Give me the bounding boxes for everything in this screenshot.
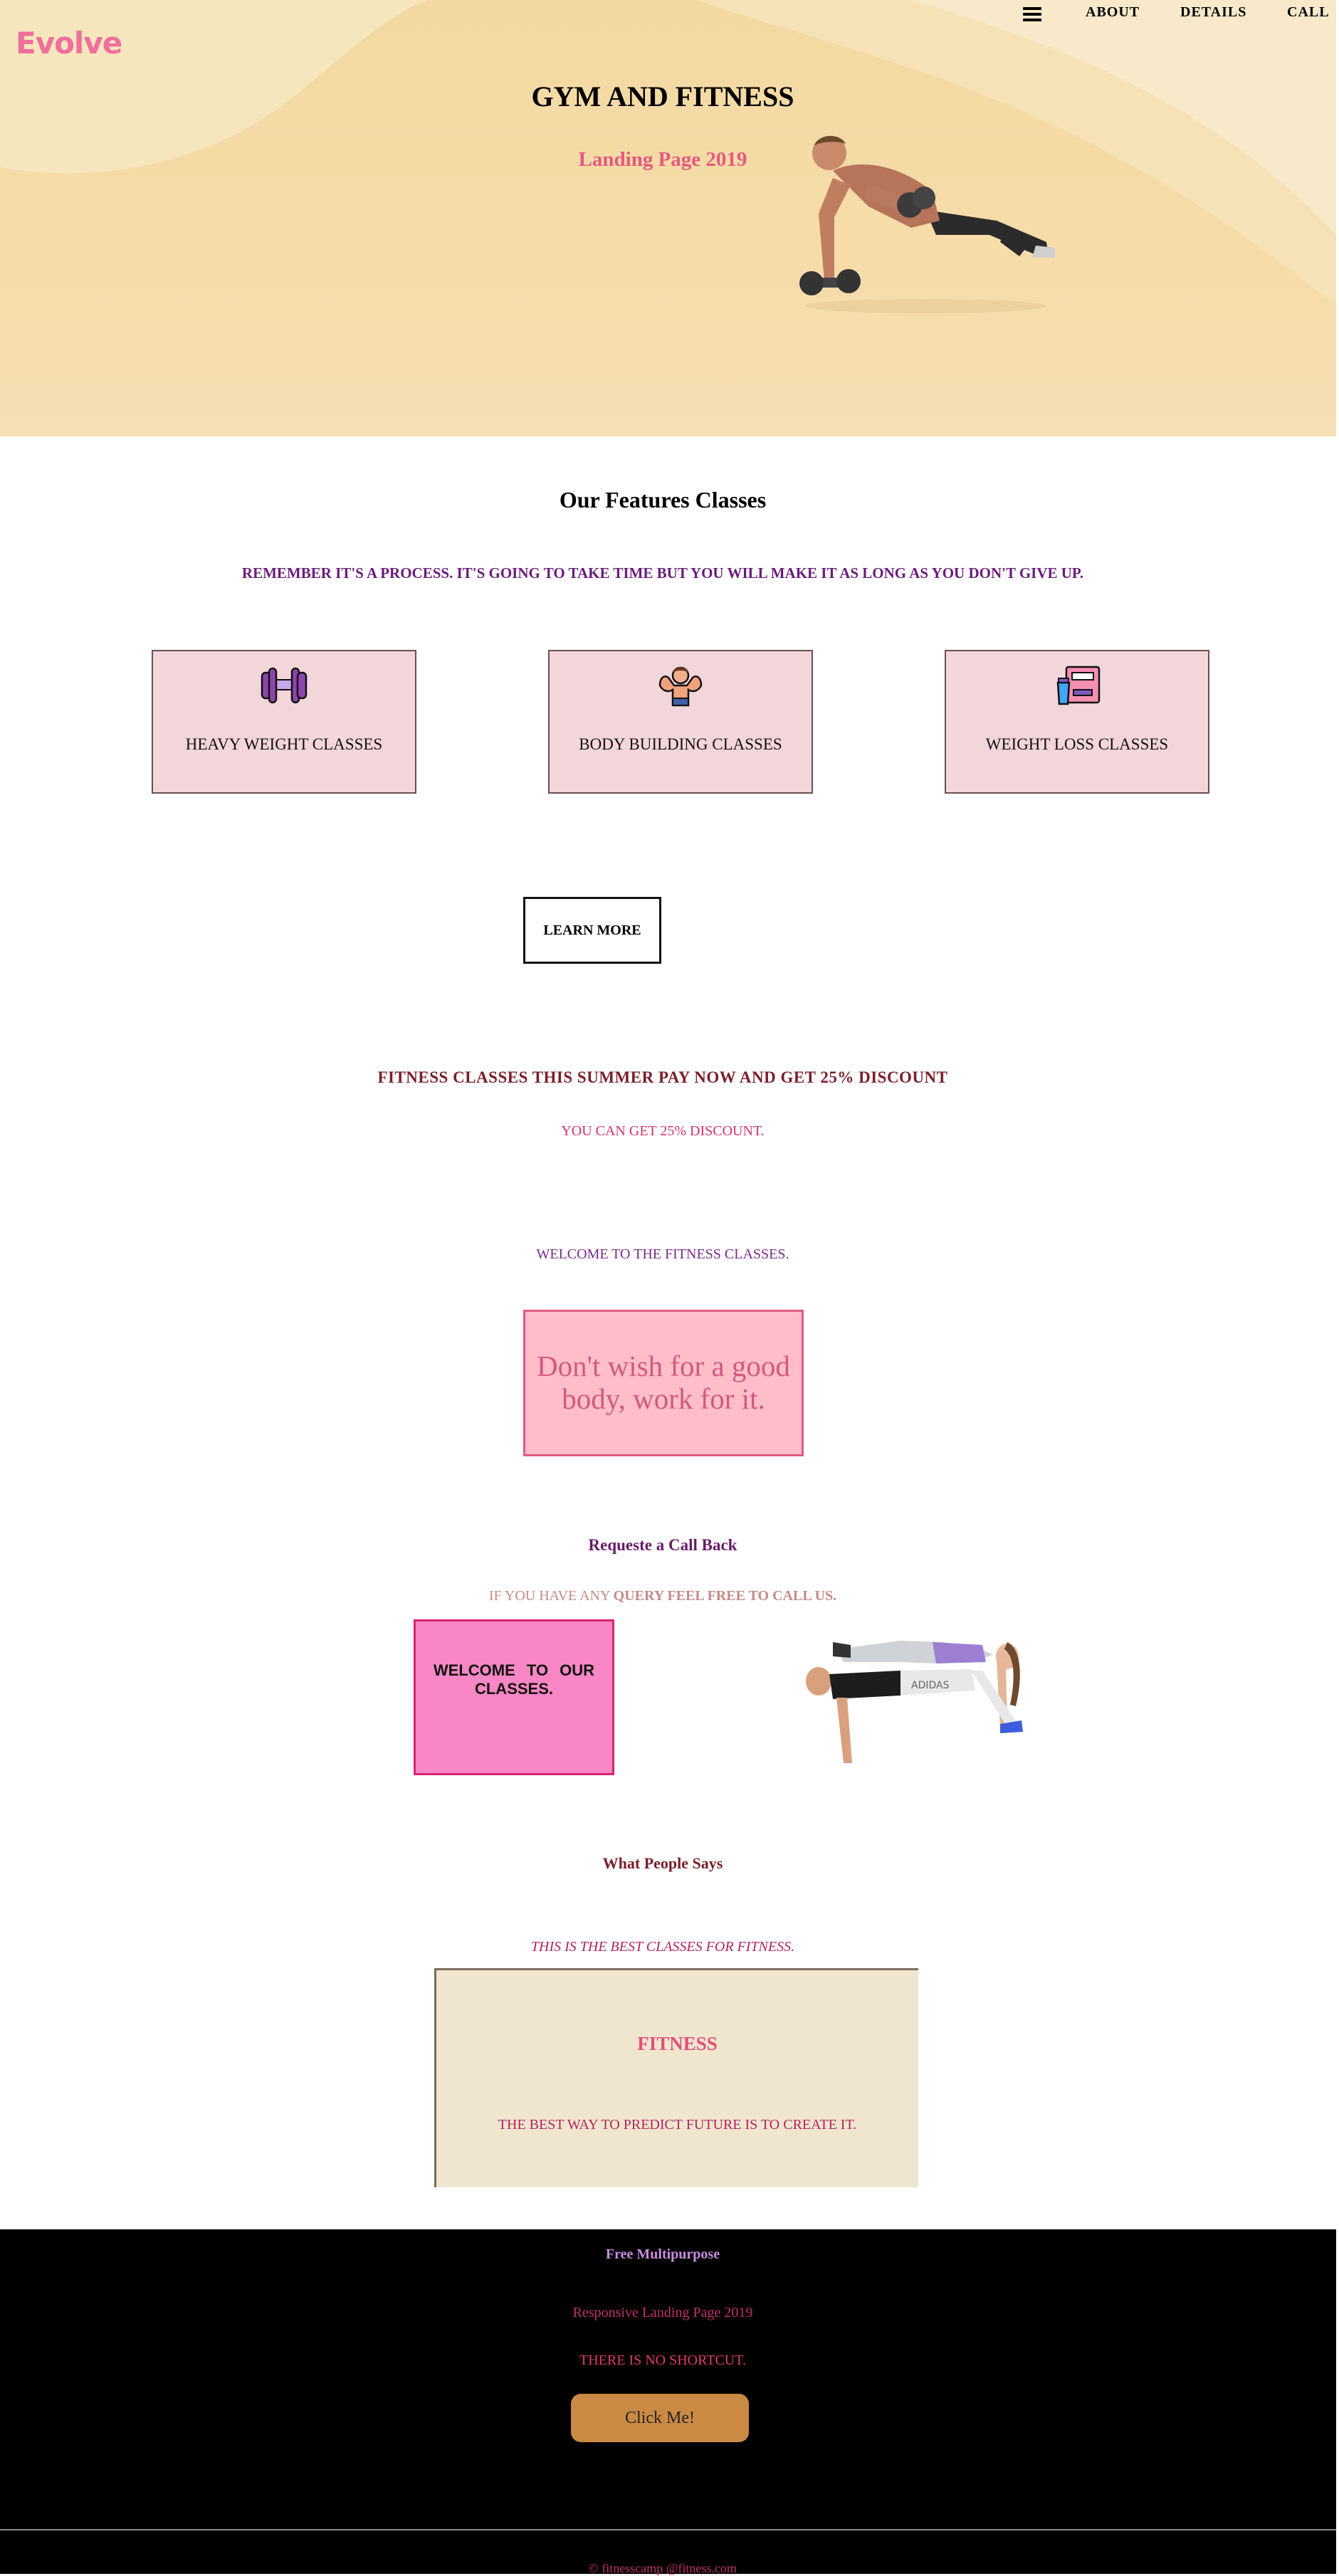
dumbbell-icon bbox=[261, 667, 308, 704]
nav-call[interactable]: CALL bbox=[1287, 4, 1330, 26]
bodybuilder-icon bbox=[658, 666, 703, 707]
class-card-heavy-weight[interactable]: HEAVY WEIGHT CLASSES bbox=[152, 650, 416, 794]
nav-details[interactable]: DETAILS bbox=[1180, 4, 1246, 26]
nav-about[interactable]: ABOUT bbox=[1086, 4, 1140, 26]
welcome-classes-box: WELCOME TO OUR CLASSES. bbox=[414, 1619, 614, 1775]
footer-divider bbox=[0, 2529, 1336, 2530]
hero-section: Evolve ABOUT DETAILS CALL GYM AND FITNES… bbox=[0, 0, 1336, 436]
testimonial-card: FITNESS THE BEST WAY TO PREDICT FUTURE I… bbox=[434, 1968, 918, 2187]
learn-more-button[interactable]: LEARN MORE bbox=[523, 897, 661, 964]
testimonial-card-title: FITNESS bbox=[637, 2033, 718, 2054]
motivational-quote-box: Don't wish for a good body, work for it. bbox=[523, 1310, 804, 1456]
hero-wave-background bbox=[0, 0, 1336, 306]
footer-title: Free Multipurpose bbox=[605, 2246, 720, 2262]
menu-icon[interactable] bbox=[1023, 7, 1041, 21]
features-tagline: REMEMBER IT'S A PROCESS. IT'S GOING TO T… bbox=[241, 564, 1084, 582]
footer-subtitle: Responsive Landing Page 2019 bbox=[572, 2305, 753, 2320]
class-card-weight-loss[interactable]: WEIGHT LOSS CLASSES bbox=[945, 650, 1209, 794]
class-card-body-building[interactable]: BODY BUILDING CLASSES bbox=[548, 650, 813, 794]
testimonial-card-text: THE BEST WAY TO PREDICT FUTURE IS TO CRE… bbox=[498, 2117, 857, 2133]
click-me-button[interactable]: Click Me! bbox=[571, 2394, 749, 2442]
class-card-label: HEAVY WEIGHT CLASSES bbox=[185, 735, 383, 753]
logo[interactable]: Evolve bbox=[16, 26, 122, 61]
footer-tagline: THERE IS NO SHORTCUT. bbox=[579, 2352, 746, 2368]
callback-line: IF YOU HAVE ANY QUERY FEEL FREE TO CALL … bbox=[0, 1588, 1325, 1604]
callback-line-plain: IF YOU HAVE ANY bbox=[488, 1588, 610, 1604]
discount-subtext: YOU CAN GET 25% DISCOUNT. bbox=[561, 1123, 765, 1139]
hero-title: GYM AND FITNESS bbox=[531, 80, 794, 112]
class-card-label: BODY BUILDING CLASSES bbox=[579, 735, 782, 753]
callback-line-bold: QUERY FEEL FREE TO CALL US. bbox=[613, 1588, 837, 1604]
features-title: Our Features Classes bbox=[559, 487, 767, 512]
athlete-pushup-image bbox=[799, 135, 1055, 313]
testimonials-title: What People Says bbox=[602, 1854, 723, 1872]
couple-workout-image: ADIDAS bbox=[794, 1621, 1046, 1799]
hero-subtitle: Landing Page 2019 bbox=[578, 148, 747, 171]
weight-scale-icon bbox=[1056, 666, 1101, 705]
discount-headline: FITNESS CLASSES THIS SUMMER PAY NOW AND … bbox=[377, 1068, 948, 1086]
callback-title: Requeste a Call Back bbox=[588, 1536, 737, 1554]
class-card-label: WEIGHT LOSS CLASSES bbox=[985, 735, 1169, 753]
svg-text:ADIDAS: ADIDAS bbox=[911, 1680, 950, 1691]
testimonials-tagline: THIS IS THE BEST CLASSES FOR FITNESS. bbox=[530, 1939, 795, 1955]
welcome-text: WELCOME TO THE FITNESS CLASSES. bbox=[536, 1246, 789, 1262]
